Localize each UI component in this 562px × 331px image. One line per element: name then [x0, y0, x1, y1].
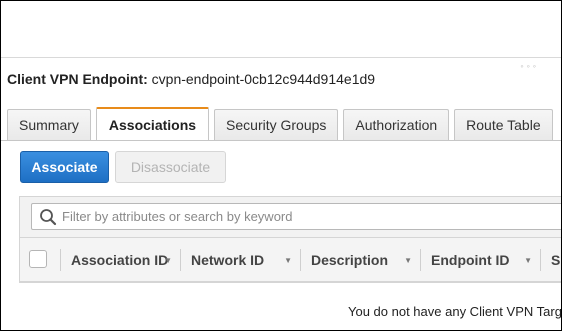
column-endpoint-id[interactable]: Endpoint ID ▼ [421, 238, 540, 281]
table-header-row: Association ID ▼ Network ID ▼ Descriptio… [20, 238, 561, 282]
sort-arrow-icon[interactable]: ▼ [404, 256, 412, 265]
associations-table: Association ID ▼ Network ID ▼ Descriptio… [19, 196, 561, 283]
filter-bar [20, 197, 561, 238]
tab-associations[interactable]: Associations [95, 107, 210, 141]
column-association-id[interactable]: Association ID ▼ [61, 238, 180, 281]
endpoint-label: Client VPN Endpoint: [7, 71, 148, 87]
column-label: Network ID [191, 251, 265, 268]
sort-arrow-icon[interactable]: ▼ [164, 256, 172, 265]
details-title: Client VPN Endpoint: cvpn-endpoint-0cb12… [7, 71, 375, 87]
tab-security-groups[interactable]: Security Groups [214, 109, 339, 140]
column-label: Endpoint ID [431, 251, 510, 268]
column-label: S [551, 251, 561, 268]
sort-arrow-icon[interactable]: ▼ [524, 256, 532, 265]
tab-divider [1, 140, 561, 141]
resize-handle-icon[interactable]: ◦◦◦ [520, 61, 539, 71]
empty-table-message: You do not have any Client VPN Targ [348, 304, 562, 319]
disassociate-button[interactable]: Disassociate [115, 151, 226, 183]
app-window: ◦◦◦ Client VPN Endpoint: cvpn-endpoint-0… [0, 0, 562, 331]
search-input[interactable] [62, 204, 561, 229]
search-icon [40, 209, 57, 226]
endpoint-id: cvpn-endpoint-0cb12c944d914e1d9 [151, 71, 376, 87]
tab-route-table[interactable]: Route Table [454, 109, 553, 140]
column-label: Association ID [71, 251, 169, 268]
column-status[interactable]: S [541, 238, 561, 281]
column-description[interactable]: Description ▼ [301, 238, 420, 281]
tab-authorization[interactable]: Authorization [343, 109, 450, 140]
column-network-id[interactable]: Network ID ▼ [181, 238, 300, 281]
top-panel [1, 1, 561, 58]
tab-summary[interactable]: Summary [7, 109, 91, 140]
select-all-checkbox[interactable] [29, 250, 47, 268]
detail-tabs: Summary Associations Security Groups Aut… [7, 107, 558, 141]
associate-button[interactable]: Associate [20, 151, 109, 183]
search-box[interactable] [31, 203, 561, 230]
sort-arrow-icon[interactable]: ▼ [284, 256, 292, 265]
column-label: Description [311, 251, 389, 268]
